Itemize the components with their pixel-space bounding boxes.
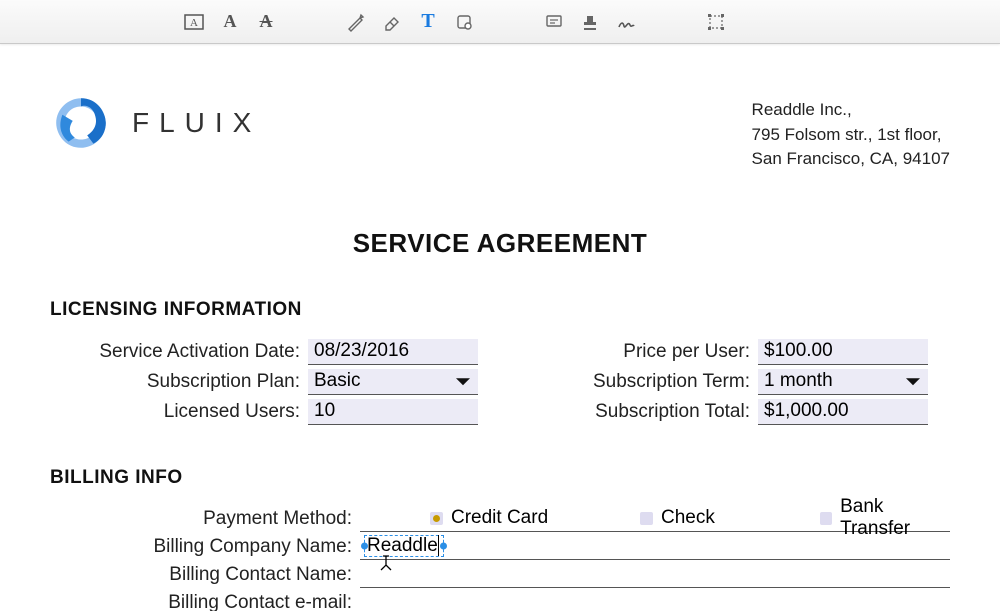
- crop-select-icon[interactable]: [702, 8, 730, 36]
- payment-option-check-label: Check: [661, 507, 715, 529]
- payment-option-credit-label: Credit Card: [451, 507, 548, 529]
- billing-company-name-field[interactable]: Readdle: [360, 534, 950, 560]
- fluix-logo-text: FLUIX: [132, 107, 261, 139]
- annotation-toolbar: A A A T: [0, 0, 1000, 44]
- pen-icon[interactable]: [342, 8, 370, 36]
- radio-icon: [430, 512, 443, 525]
- billing-section: BILLING INFO Payment Method: Credit Card…: [50, 467, 950, 611]
- billing-contact-email-field[interactable]: [360, 590, 950, 611]
- strikethrough-icon[interactable]: A: [252, 8, 280, 36]
- highlight-text-icon[interactable]: A: [180, 8, 208, 36]
- company-address: Readdle Inc., 795 Folsom str., 1st floor…: [752, 92, 950, 172]
- signature-icon[interactable]: [612, 8, 640, 36]
- billing-company-name-value: Readdle: [367, 535, 438, 556]
- text-edit-box[interactable]: Readdle: [364, 535, 444, 557]
- fluix-logo: FLUIX: [50, 92, 261, 154]
- shape-note-icon[interactable]: [450, 8, 478, 36]
- fluix-logo-mark: [50, 92, 112, 154]
- price-per-user-field[interactable]: $100.00: [758, 339, 928, 365]
- font-style-icon[interactable]: A: [216, 8, 244, 36]
- subscription-term-label: Subscription Term:: [568, 371, 758, 393]
- address-line-3: San Francisco, CA, 94107: [752, 147, 950, 172]
- selection-handle-left[interactable]: [361, 543, 368, 550]
- svg-text:A: A: [190, 17, 198, 29]
- text-tool-icon[interactable]: T: [414, 8, 442, 36]
- document-page: FLUIX Readdle Inc., 795 Folsom str., 1st…: [0, 44, 1000, 611]
- stamp-icon[interactable]: [576, 8, 604, 36]
- billing-contact-name-field[interactable]: [360, 562, 950, 588]
- radio-icon: [640, 512, 653, 525]
- licensed-users-field[interactable]: 10: [308, 399, 478, 425]
- billing-heading: BILLING INFO: [50, 467, 950, 489]
- activation-date-label: Service Activation Date:: [50, 341, 308, 363]
- billing-contact-name-label: Billing Contact Name:: [50, 564, 360, 586]
- licensed-users-label: Licensed Users:: [50, 401, 308, 423]
- subscription-total-field[interactable]: $1,000.00: [758, 399, 928, 425]
- licensing-heading: LICENSING INFORMATION: [50, 299, 950, 321]
- payment-method-options: Credit Card Check Bank Transfer: [360, 506, 950, 532]
- selection-handle-right[interactable]: [440, 543, 447, 550]
- comment-icon[interactable]: [540, 8, 568, 36]
- eraser-icon[interactable]: [378, 8, 406, 36]
- radio-icon: [820, 512, 832, 525]
- price-per-user-label: Price per User:: [568, 341, 758, 363]
- payment-option-check[interactable]: Check: [640, 507, 820, 529]
- subscription-total-label: Subscription Total:: [568, 401, 758, 423]
- payment-option-credit-card[interactable]: Credit Card: [360, 507, 640, 529]
- document-title: SERVICE AGREEMENT: [50, 228, 950, 259]
- billing-company-name-label: Billing Company Name:: [50, 536, 360, 558]
- subscription-plan-label: Subscription Plan:: [50, 371, 308, 393]
- activation-date-field[interactable]: 08/23/2016: [308, 339, 478, 365]
- address-line-2: 795 Folsom str., 1st floor,: [752, 123, 950, 148]
- subscription-plan-dropdown[interactable]: Basic: [308, 369, 478, 395]
- payment-method-label: Payment Method:: [50, 508, 360, 530]
- billing-contact-email-label: Billing Contact e-mail:: [50, 592, 360, 611]
- subscription-term-dropdown[interactable]: 1 month: [758, 369, 928, 395]
- address-line-1: Readdle Inc.,: [752, 98, 950, 123]
- licensing-section: LICENSING INFORMATION Service Activation…: [50, 299, 950, 427]
